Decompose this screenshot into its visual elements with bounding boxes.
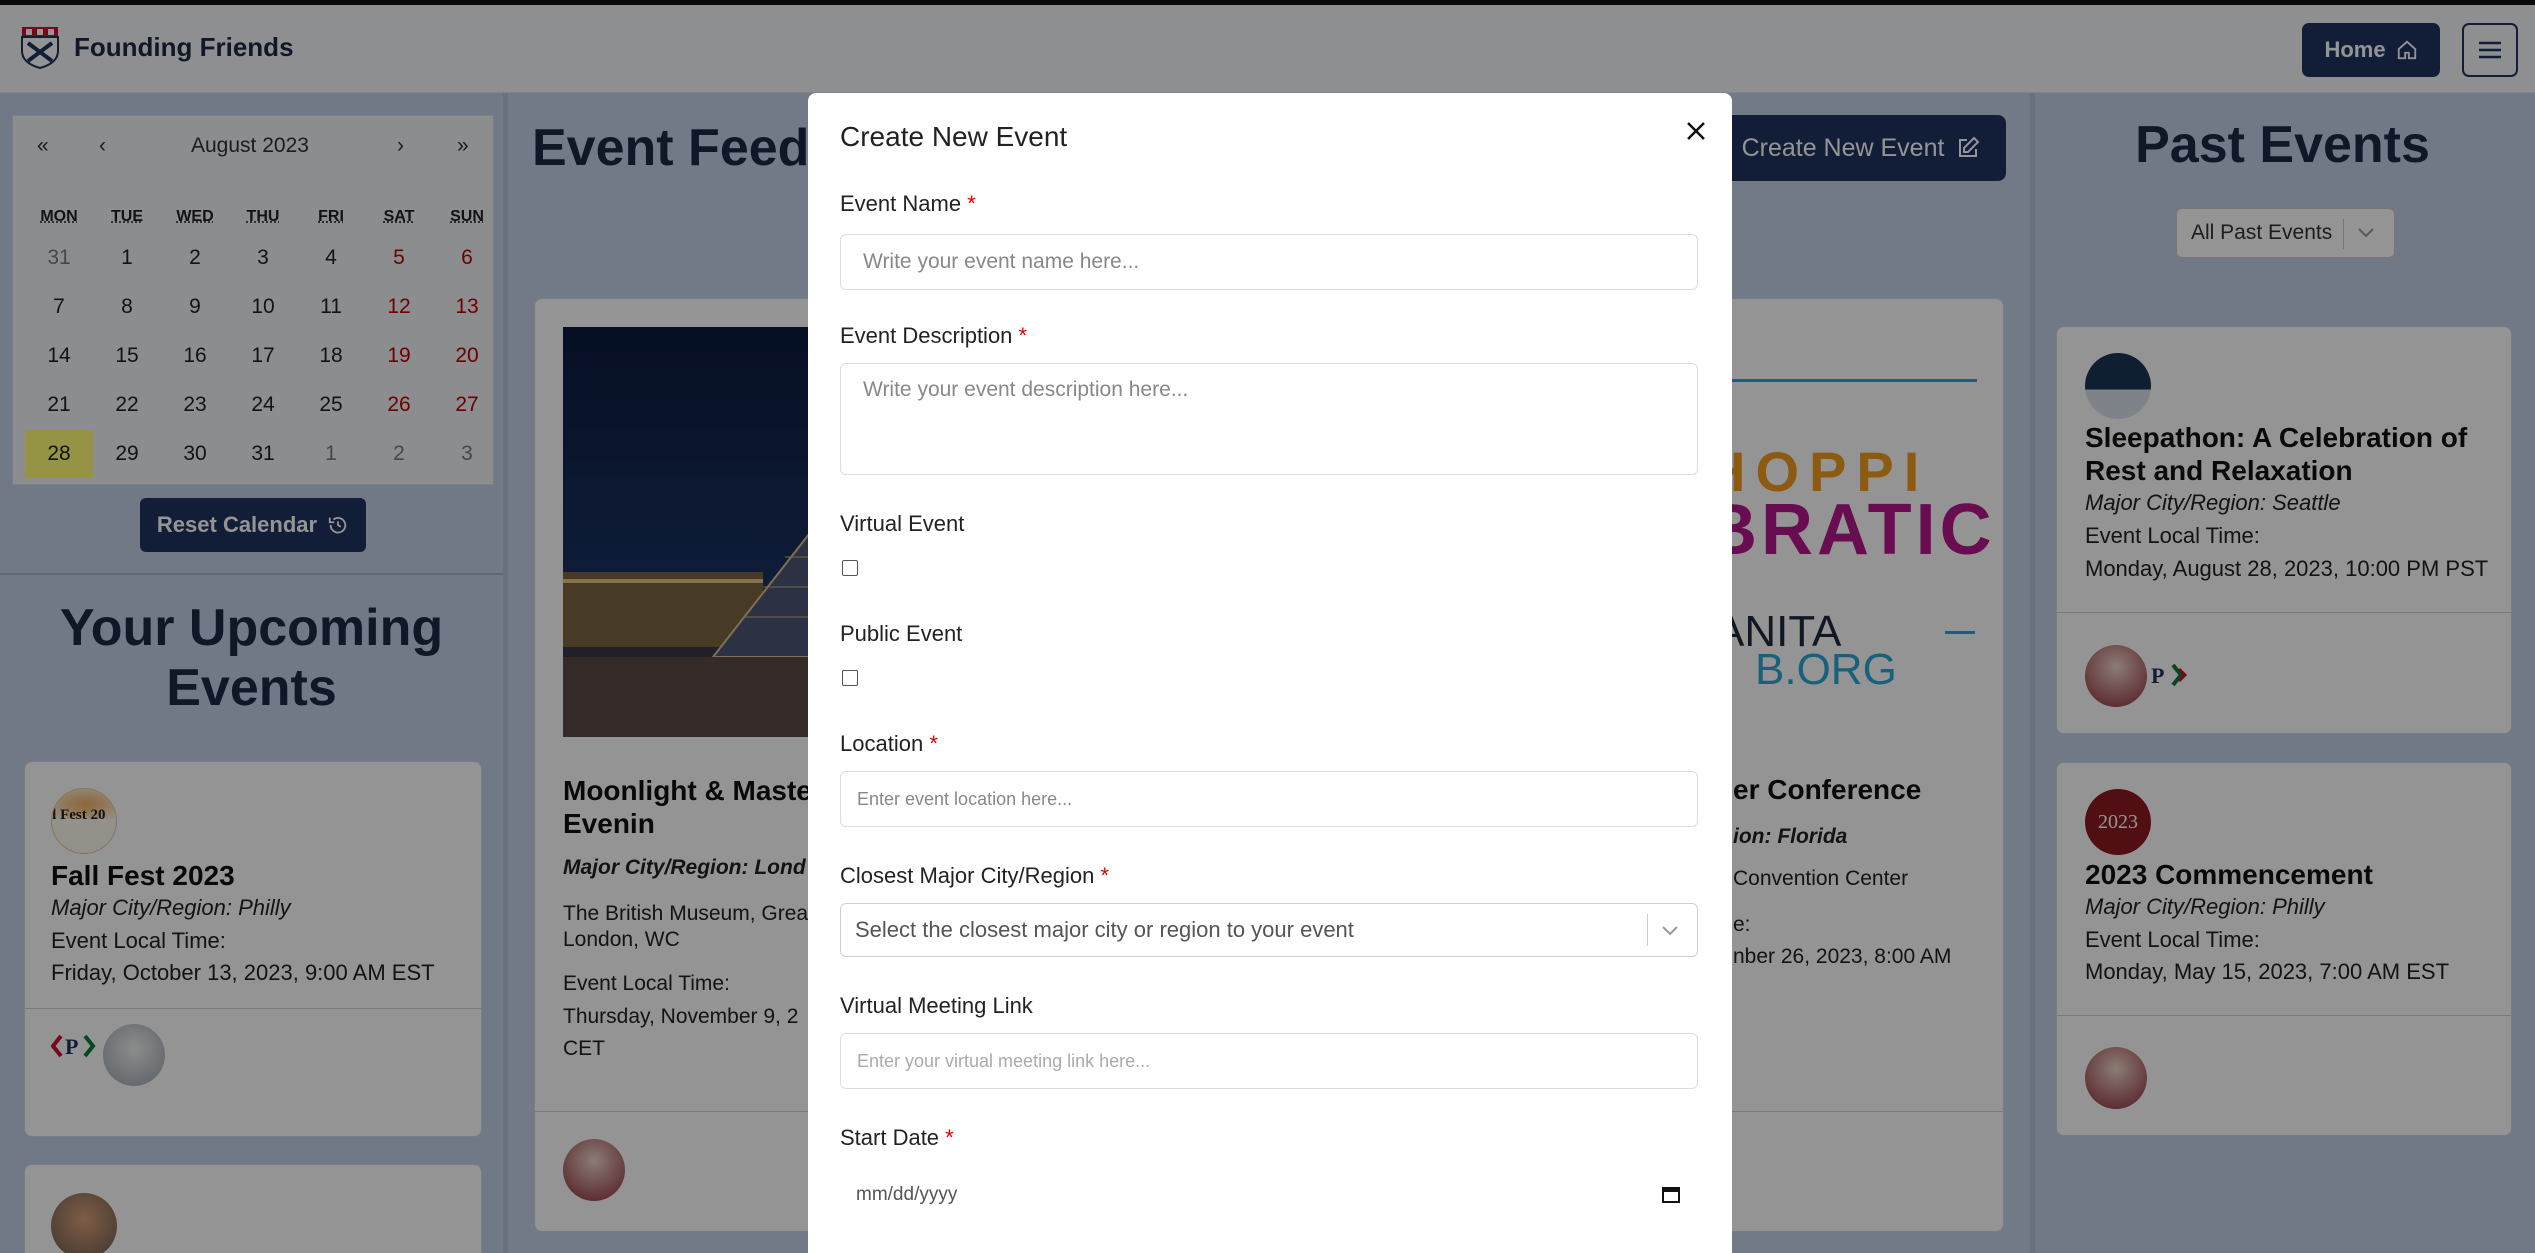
virtual-event-label: Virtual Event — [840, 511, 964, 537]
virtual-meeting-link-label: Virtual Meeting Link — [840, 993, 1033, 1019]
start-date-label: Start Date * — [840, 1125, 954, 1151]
public-event-checkbox[interactable] — [842, 670, 858, 686]
event-name-label: Event Name * — [840, 191, 976, 217]
select-separator — [1647, 914, 1648, 946]
close-icon — [1686, 121, 1706, 141]
event-name-input[interactable]: Write your event name here... — [840, 234, 1698, 290]
public-event-label: Public Event — [840, 621, 962, 647]
event-description-label: Event Description * — [840, 323, 1027, 349]
closest-city-label: Closest Major City/Region * — [840, 863, 1109, 889]
event-description-textarea[interactable]: Write your event description here... — [840, 363, 1698, 475]
virtual-event-checkbox[interactable] — [842, 560, 858, 576]
create-event-modal: Create New Event Event Name * Write your… — [808, 93, 1732, 1253]
virtual-meeting-link-input[interactable]: Enter your virtual meeting link here... — [840, 1033, 1698, 1089]
start-date-input[interactable]: mm/dd/yyyy — [840, 1167, 1698, 1223]
close-button[interactable] — [1678, 113, 1714, 149]
location-input[interactable]: Enter event location here... — [840, 771, 1698, 827]
calendar-icon[interactable] — [1662, 1185, 1680, 1203]
closest-city-select[interactable]: Select the closest major city or region … — [840, 903, 1698, 957]
chevron-down-icon — [1661, 924, 1679, 938]
location-label: Location * — [840, 731, 938, 757]
modal-title: Create New Event — [840, 121, 1067, 153]
